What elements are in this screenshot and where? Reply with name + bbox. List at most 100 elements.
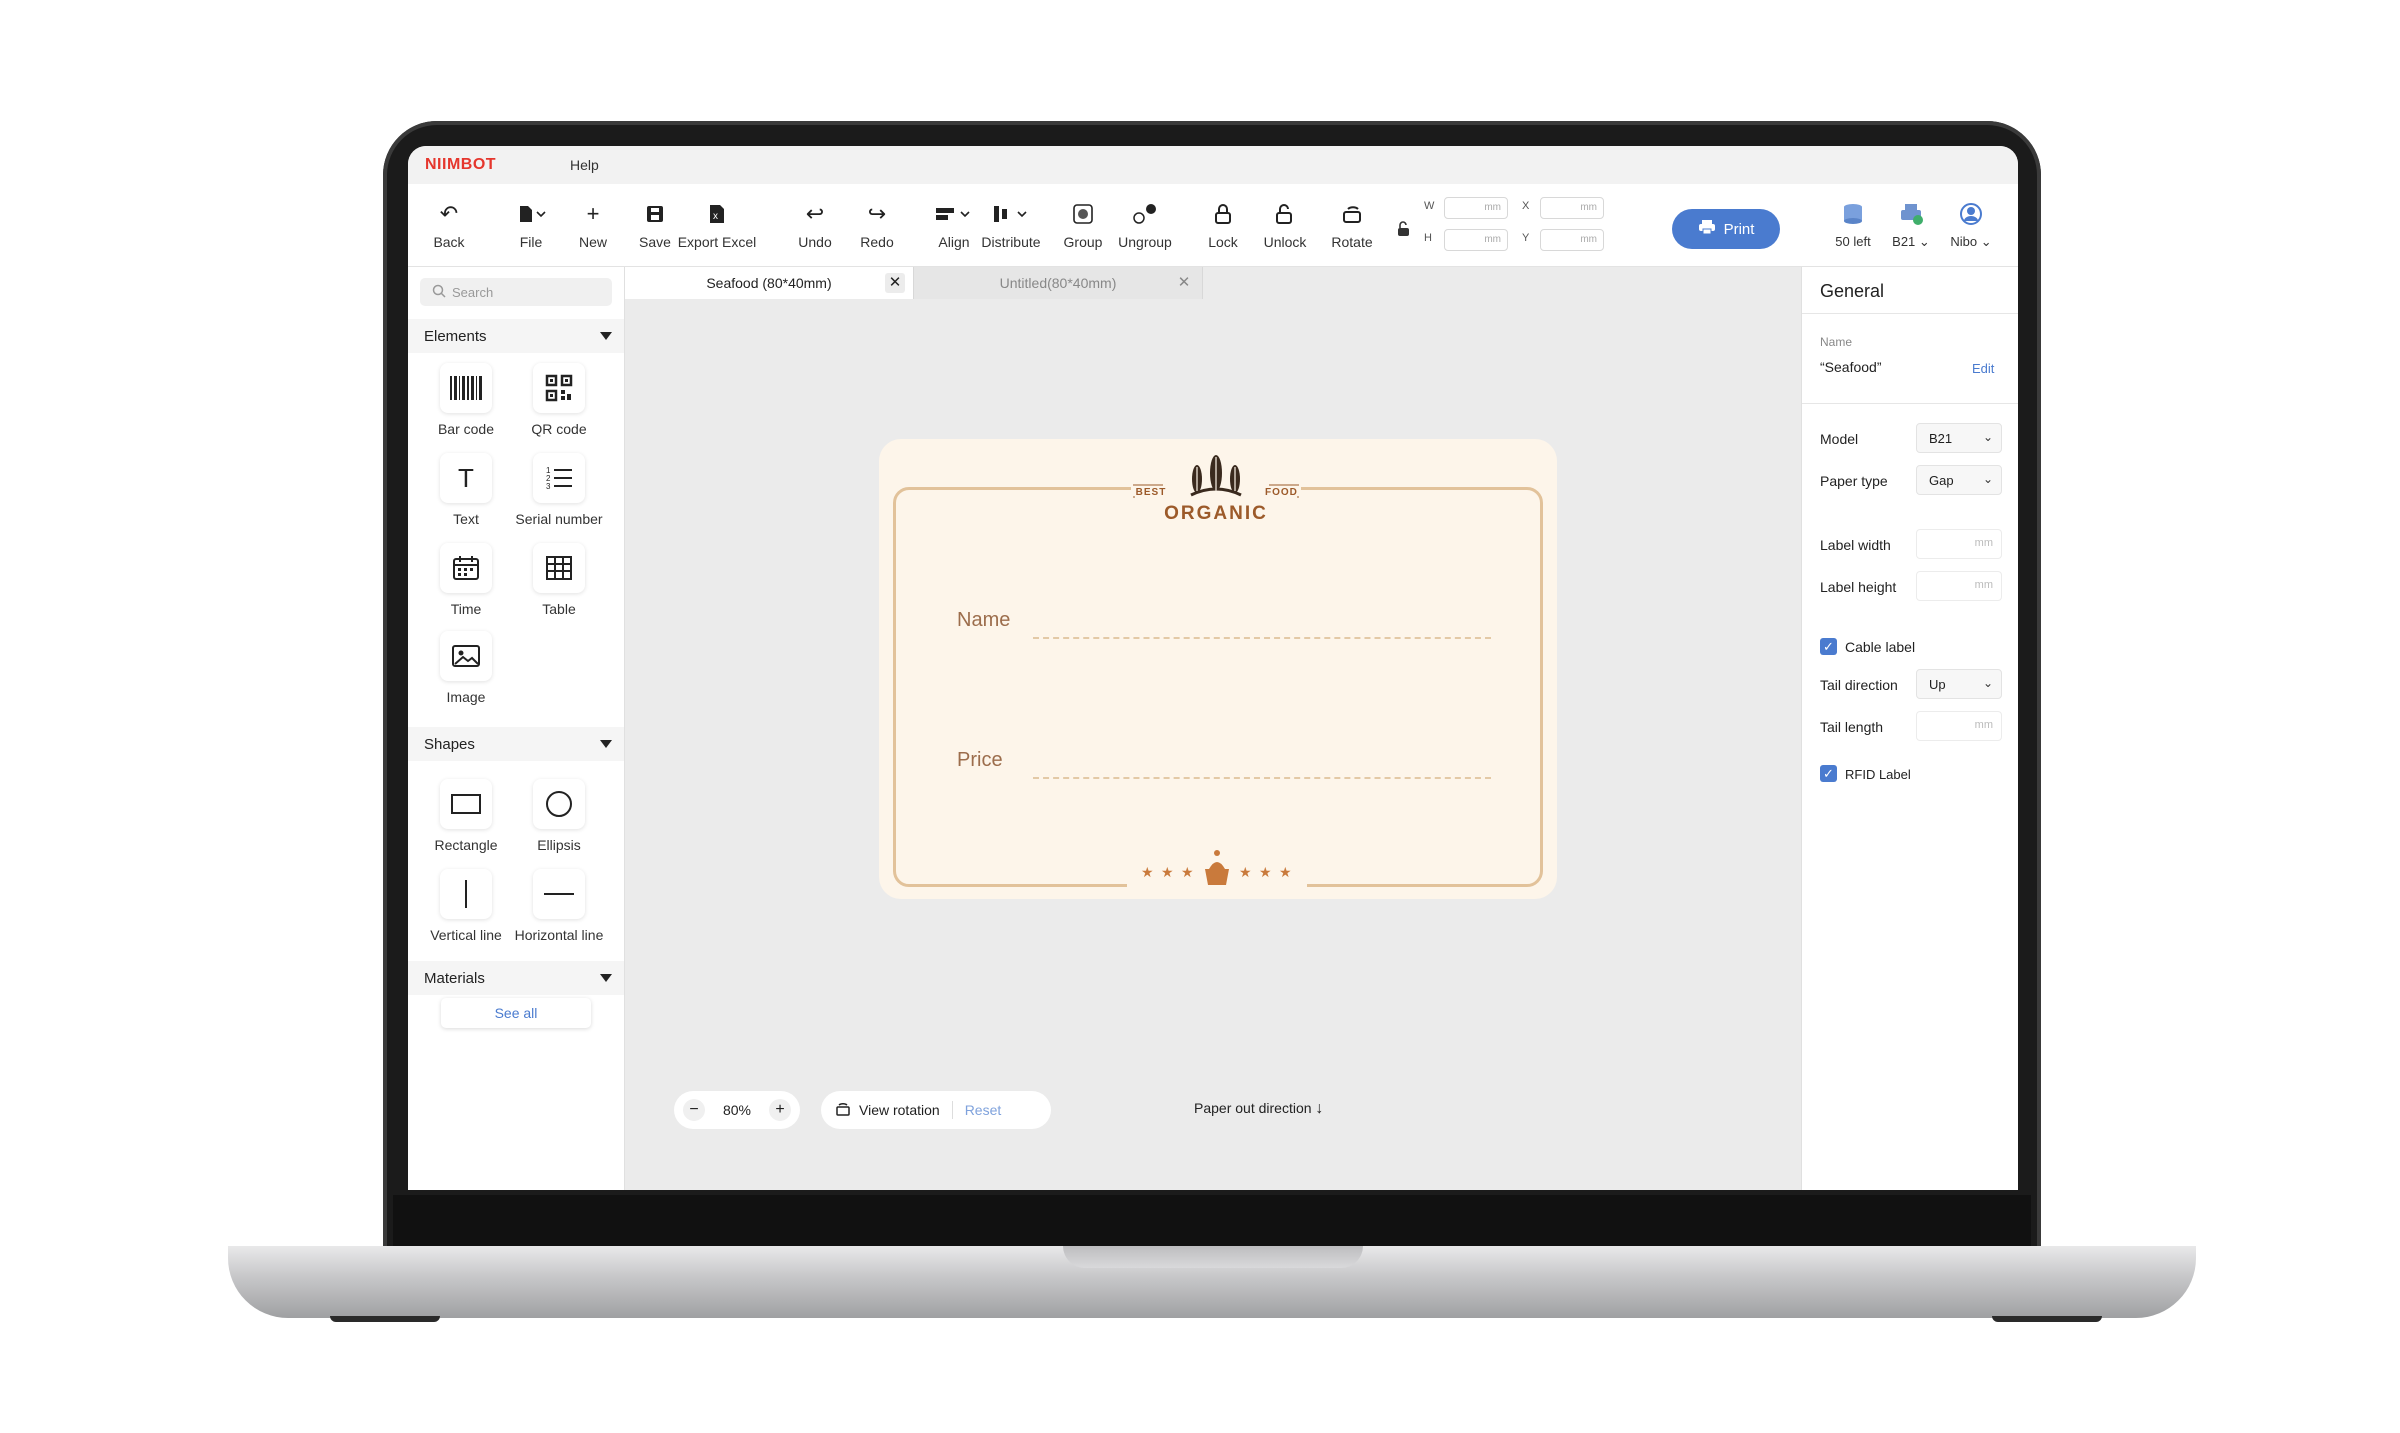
- left-sidebar: Search Elements Bar code QR code T Text …: [408, 267, 625, 1190]
- print-button[interactable]: Print: [1672, 209, 1780, 249]
- element-image[interactable]: Image: [416, 631, 516, 705]
- model-select[interactable]: B21 ⌄: [1916, 423, 2002, 453]
- app-logo: NIIMBOT: [425, 156, 497, 173]
- model-label: Model: [1820, 431, 1859, 447]
- price-field-label[interactable]: Price: [957, 749, 1003, 772]
- export-excel-button[interactable]: x Export Excel: [672, 200, 762, 250]
- paper-roll-icon: [1828, 200, 1878, 228]
- divider: [951, 1101, 953, 1119]
- barcode-icon: [440, 363, 492, 413]
- file-button[interactable]: File: [506, 200, 556, 250]
- redo-button[interactable]: ↪ Redo: [852, 200, 902, 250]
- group-button[interactable]: Group: [1058, 200, 1108, 250]
- rotate-button[interactable]: Rotate: [1322, 200, 1382, 250]
- divider: [1802, 403, 2018, 404]
- reset-button[interactable]: Reset: [965, 1102, 1002, 1118]
- group-icon: [1058, 200, 1108, 228]
- height-input[interactable]: mm: [1444, 229, 1508, 251]
- laptop-foot: [1992, 1316, 2102, 1322]
- text-icon: T: [440, 453, 492, 503]
- rotation-control: View rotation Reset: [821, 1091, 1051, 1129]
- label-width-label: Label width: [1820, 537, 1891, 553]
- arrow-down-icon: ↓: [1315, 1100, 1324, 1117]
- element-table[interactable]: Table: [509, 543, 609, 617]
- shape-ellipsis[interactable]: Ellipsis: [509, 779, 609, 853]
- price-field-line: [1033, 777, 1491, 779]
- ungroup-button[interactable]: Ungroup: [1110, 200, 1180, 250]
- shape-vertical-line[interactable]: Vertical line: [416, 869, 516, 943]
- name-value: “Seafood”: [1820, 359, 1882, 375]
- new-button[interactable]: + New: [568, 200, 618, 250]
- paper-type-select[interactable]: Gap ⌄: [1916, 465, 2002, 495]
- element-barcode[interactable]: Bar code: [416, 363, 516, 437]
- laptop-bezel: [393, 1195, 2031, 1253]
- zoom-in-icon[interactable]: +: [768, 1099, 791, 1121]
- paper-out-direction: Paper out direction ↓: [1194, 1100, 1324, 1117]
- rotate-view-icon[interactable]: [835, 1101, 851, 1120]
- lock-button[interactable]: Lock: [1198, 200, 1248, 250]
- zoom-out-icon[interactable]: −: [682, 1099, 705, 1121]
- panel-title: General: [1820, 281, 1885, 301]
- table-icon: [533, 543, 585, 593]
- tab-seafood[interactable]: Seafood (80*40mm) ✕: [625, 267, 914, 299]
- search-input[interactable]: Search: [420, 278, 612, 306]
- user-menu[interactable]: Nibo ⌄: [1944, 200, 1998, 250]
- element-qrcode[interactable]: QR code: [509, 363, 609, 437]
- svg-text:★: ★: [1279, 865, 1292, 881]
- y-input[interactable]: mm: [1540, 229, 1604, 251]
- ellipse-icon: [533, 779, 585, 829]
- tail-length-label: Tail length: [1820, 719, 1884, 735]
- zoom-control: − 80% +: [674, 1091, 800, 1129]
- element-time[interactable]: Time: [416, 543, 516, 617]
- laptop-foot: [330, 1316, 440, 1322]
- see-all-button[interactable]: See all: [441, 998, 591, 1028]
- name-field-label[interactable]: Name: [957, 609, 1010, 632]
- name-field-line: [1033, 637, 1491, 639]
- menu-help[interactable]: Help: [570, 157, 599, 173]
- chevron-down-icon: ⌄: [1918, 234, 1930, 249]
- view-rotation-button[interactable]: View rotation: [859, 1102, 940, 1118]
- cable-label-checkbox[interactable]: ✓: [1820, 638, 1837, 655]
- rfid-label-checkbox[interactable]: ✓: [1820, 765, 1837, 782]
- label-border: [893, 487, 1543, 887]
- materials-section-header[interactable]: Materials: [408, 961, 624, 995]
- label-width-input[interactable]: mm: [1916, 529, 2002, 559]
- tab-untitled[interactable]: Untitled(80*40mm) ✕: [914, 267, 1203, 299]
- paper-remaining-button[interactable]: 50 left: [1828, 200, 1878, 249]
- elements-section-header[interactable]: Elements: [408, 319, 624, 353]
- paper-type-label: Paper type: [1820, 473, 1888, 489]
- label-design[interactable]: BEST FOOD ORGANIC Name Price ★ ★ ★ ★ ★ ★: [879, 439, 1557, 899]
- shapes-section-header[interactable]: Shapes: [408, 727, 624, 761]
- label-height-input[interactable]: mm: [1916, 571, 2002, 601]
- vertical-line-icon: [440, 869, 492, 919]
- undo-button[interactable]: ↩ Undo: [790, 200, 840, 250]
- close-icon[interactable]: ✕: [1174, 273, 1194, 293]
- tail-direction-select[interactable]: Up ⌄: [1916, 669, 2002, 699]
- width-label: W: [1424, 200, 1435, 212]
- align-button[interactable]: Align: [924, 200, 984, 250]
- aspect-lock-icon[interactable]: [1396, 221, 1412, 237]
- element-serial-number[interactable]: 123 Serial number: [509, 453, 609, 527]
- width-input[interactable]: mm: [1444, 197, 1508, 219]
- shape-rectangle[interactable]: Rectangle: [416, 779, 516, 853]
- label-height-label: Label height: [1820, 579, 1897, 595]
- align-icon: [924, 200, 984, 228]
- chevron-down-icon: ⌄: [1982, 676, 1993, 690]
- element-text[interactable]: T Text: [416, 453, 516, 527]
- chevron-down-icon: ⌄: [1982, 430, 1993, 444]
- x-input[interactable]: mm: [1540, 197, 1604, 219]
- zoom-level: 80%: [722, 1102, 751, 1118]
- rotate-icon: [1322, 200, 1382, 228]
- edit-name-link[interactable]: Edit: [1972, 361, 1994, 376]
- close-icon[interactable]: ✕: [885, 273, 905, 293]
- redo-icon: ↪: [867, 201, 887, 226]
- svg-text:★: ★: [1161, 865, 1174, 881]
- distribute-button[interactable]: Distribute: [976, 200, 1046, 250]
- back-button[interactable]: ↶ Back: [424, 200, 474, 250]
- tail-length-input[interactable]: mm: [1916, 711, 2002, 741]
- printer-select[interactable]: B21 ⌄: [1886, 200, 1936, 250]
- image-icon: [440, 631, 492, 681]
- unlock-button[interactable]: Unlock: [1260, 200, 1310, 250]
- chevron-down-icon: ⌄: [1982, 472, 1993, 486]
- shape-horizontal-line[interactable]: Horizontal line: [509, 869, 609, 943]
